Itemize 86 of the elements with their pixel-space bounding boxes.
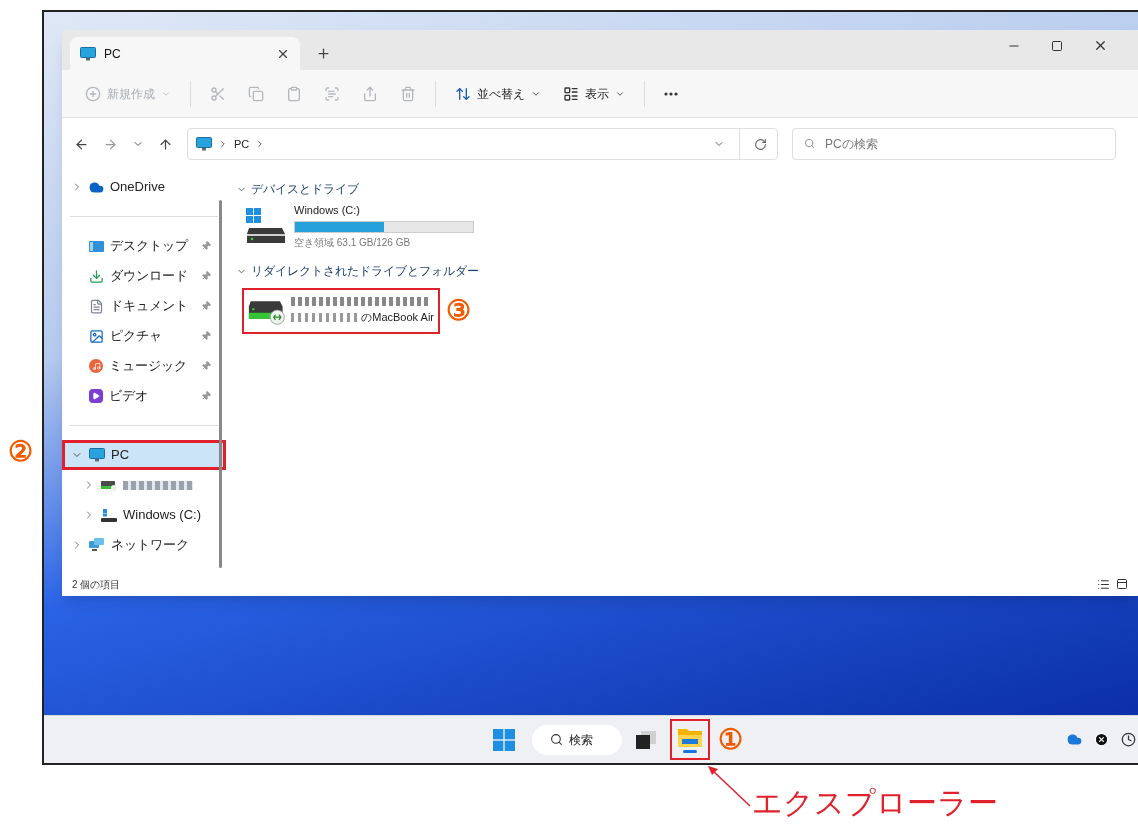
sidebar-item-label: ビデオ xyxy=(109,387,148,406)
clock-icon[interactable] xyxy=(1121,732,1136,747)
video-icon xyxy=(89,389,103,403)
breadcrumb-item[interactable]: PC xyxy=(234,135,250,153)
sidebar-item-label: ダウンロード xyxy=(110,267,188,286)
sidebar-item[interactable]: ネットワーク xyxy=(62,530,226,560)
rename-icon xyxy=(324,85,340,102)
trash-icon xyxy=(400,85,416,102)
section-header[interactable]: デバイスとドライブ xyxy=(236,180,1138,198)
scissors-icon xyxy=(210,85,226,102)
monitor-icon xyxy=(89,448,105,462)
scrollbar[interactable] xyxy=(219,200,222,568)
cloud-icon[interactable] xyxy=(1067,732,1082,747)
close-icon[interactable] xyxy=(1093,38,1108,53)
layout-icon xyxy=(563,85,579,102)
sidebar-item[interactable]: ミュージック xyxy=(62,351,226,381)
sidebar-item[interactable]: ビデオ xyxy=(62,381,226,411)
redacted-name-block xyxy=(123,480,193,490)
close-circle-icon[interactable] xyxy=(1094,732,1109,747)
monitor-icon xyxy=(80,46,96,61)
copy-icon xyxy=(248,85,264,102)
sidebar-item[interactable]: OneDrive xyxy=(62,172,226,202)
clipboard-icon xyxy=(286,85,302,102)
sort-button[interactable]: 並べ替え xyxy=(446,77,550,110)
item-count: 2 個の項目 xyxy=(72,577,121,592)
drive-name: のMacBook Air xyxy=(361,309,434,325)
sidebar-item-label: ネットワーク xyxy=(111,536,189,555)
sidebar-item-label: ミュージック xyxy=(109,357,187,376)
annotation-number: ③ xyxy=(446,297,471,325)
network-drive-icon xyxy=(101,479,117,491)
tiles-view-icon[interactable] xyxy=(1116,578,1128,590)
file-explorer-button[interactable] xyxy=(670,719,710,760)
search-icon xyxy=(804,138,815,149)
free-space-text: 空き領域 63.1 GB/126 GB xyxy=(294,235,412,250)
sidebar-item[interactable]: PC xyxy=(62,440,226,470)
sidebar-item[interactable]: Windows (C:) xyxy=(62,500,226,530)
task-view-icon[interactable] xyxy=(636,730,656,749)
up-icon[interactable] xyxy=(158,136,173,152)
drive-icon xyxy=(101,508,117,522)
monitor-icon xyxy=(196,137,212,151)
folder-icon xyxy=(678,726,702,747)
view-button[interactable]: 表示 xyxy=(554,77,634,110)
section-header[interactable]: リダイレクトされたドライブとフォルダー xyxy=(236,262,1138,280)
drive-icon xyxy=(246,208,286,244)
cloud-icon xyxy=(89,179,104,195)
sidebar-item[interactable]: デスクトップ xyxy=(62,231,226,261)
annotation-number: ① xyxy=(718,725,743,754)
redirected-drive-item[interactable]: のMacBook Air xyxy=(242,288,440,334)
plus-circle-icon xyxy=(85,85,101,102)
sidebar-item-label: ピクチャ xyxy=(110,327,162,346)
address-bar[interactable]: PC xyxy=(187,128,778,160)
refresh-icon[interactable] xyxy=(754,137,767,151)
search-field[interactable]: PCの検索 xyxy=(792,128,1116,160)
picture-icon xyxy=(89,328,104,344)
drive-item[interactable]: Windows (C:) 空き領域 63.1 GB/126 GB xyxy=(236,202,1138,250)
sidebar-item-label: PC xyxy=(111,446,130,465)
music-icon xyxy=(89,359,103,373)
callout-label: エクスプローラー xyxy=(752,788,998,818)
more-icon xyxy=(664,91,678,96)
forward-icon[interactable] xyxy=(103,136,118,152)
sidebar-item[interactable]: ダウンロード xyxy=(62,261,226,291)
network-icon xyxy=(89,538,105,552)
taskbar-search-button[interactable]: 検索 xyxy=(532,724,622,755)
details-view-icon[interactable] xyxy=(1097,577,1110,591)
sidebar-item-label: ドキュメント xyxy=(110,297,188,316)
breadcrumb-separator-icon xyxy=(218,139,228,149)
search-icon xyxy=(550,733,563,746)
sidebar-item-label: デスクトップ xyxy=(110,237,188,256)
sidebar-item[interactable]: ドキュメント xyxy=(62,291,226,321)
sidebar-item-label: Windows (C:) xyxy=(123,506,201,525)
sort-arrows-icon xyxy=(455,85,471,102)
back-icon[interactable] xyxy=(74,136,89,152)
windows-logo-icon xyxy=(493,728,515,751)
sidebar-item[interactable]: ピクチャ xyxy=(62,321,226,351)
tab-title: PC xyxy=(104,45,121,63)
document-icon xyxy=(89,298,104,314)
pointer-arrow xyxy=(706,764,752,808)
annotation-number: ② xyxy=(8,438,33,466)
drive-name: Windows (C:) xyxy=(294,203,361,219)
sidebar-item-label: OneDrive xyxy=(110,178,165,197)
new-tab-icon[interactable] xyxy=(316,45,331,61)
window-tab[interactable]: PC xyxy=(70,37,300,70)
desktop-icon xyxy=(89,240,104,252)
download-icon xyxy=(89,268,104,284)
maximize-icon[interactable] xyxy=(1051,39,1063,52)
share-icon xyxy=(362,85,378,102)
